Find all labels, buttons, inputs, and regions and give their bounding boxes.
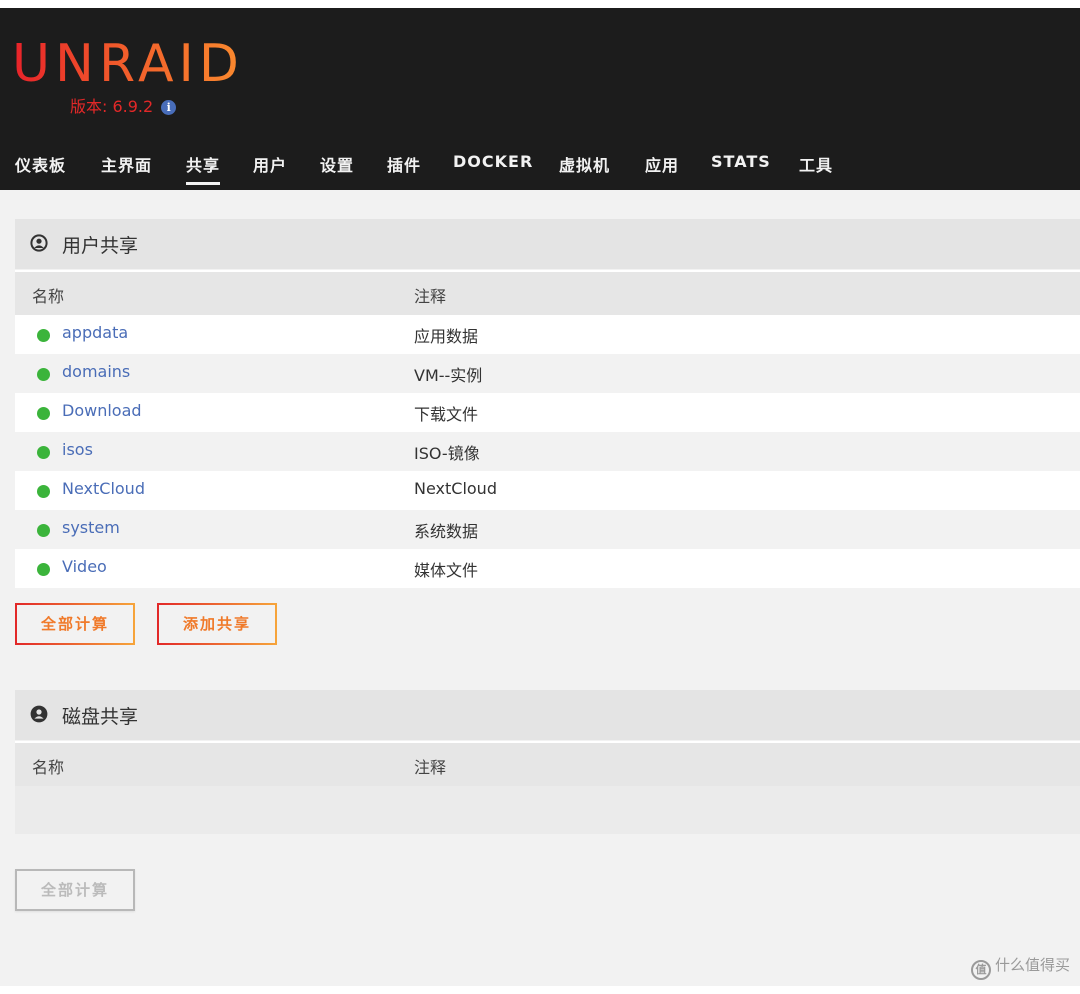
share-row-video: Video 媒体文件 <box>15 549 1080 588</box>
status-dot-icon <box>37 485 50 498</box>
nav-item-vms[interactable]: 虚拟机 <box>559 152 610 176</box>
disk-shares-column-header: 名称 注释 <box>15 741 1080 786</box>
nav-item-dashboard[interactable]: 仪表板 <box>15 152 66 176</box>
nav-item-tools[interactable]: 工具 <box>799 152 833 176</box>
compute-all-button[interactable]: 全部计算 <box>15 603 135 645</box>
user-shares-title: 用户共享 <box>62 235 139 257</box>
version-text: 版本: 6.9.2 <box>70 97 154 116</box>
column-comment-header[interactable]: 注释 <box>414 283 446 307</box>
version-label: 版本: 6.9.2 i <box>70 96 177 118</box>
share-link[interactable]: appdata <box>62 323 128 342</box>
disk-shares-title: 磁盘共享 <box>62 706 139 728</box>
status-dot-icon <box>37 563 50 576</box>
unraid-page: UNRAID 版本: 6.9.2 i 仪表板 主界面 共享 用户 设置 插件 DO… <box>0 8 1080 986</box>
nav-item-apps[interactable]: 应用 <box>645 152 679 176</box>
nav-item-shares[interactable]: 共享 <box>186 152 221 185</box>
nav-item-stats[interactable]: STATS <box>711 152 771 171</box>
share-comment: ISO-镜像 <box>414 444 480 463</box>
smzdm-logo-icon: 值 <box>970 960 991 980</box>
share-row-nextcloud: NextCloud NextCloud <box>15 471 1080 510</box>
status-dot-icon <box>37 368 50 381</box>
share-comment: 下载文件 <box>414 405 479 424</box>
share-link[interactable]: NextCloud <box>62 479 145 498</box>
share-link[interactable]: system <box>62 518 120 537</box>
user-circle-icon <box>30 234 48 252</box>
share-row-isos: isos ISO-镜像 <box>15 432 1080 471</box>
nav-item-docker[interactable]: DOCKER <box>453 152 533 171</box>
info-icon[interactable]: i <box>161 100 177 115</box>
main-nav: 仪表板 主界面 共享 用户 设置 插件 DOCKER 虚拟机 应用 STATS … <box>0 148 1080 190</box>
watermark: 值什么值得买 <box>970 954 1070 980</box>
nav-item-settings[interactable]: 设置 <box>320 152 354 176</box>
share-row-download: Download 下载文件 <box>15 393 1080 432</box>
column-comment-header[interactable]: 注释 <box>414 754 446 778</box>
share-comment: NextCloud <box>414 479 497 498</box>
status-dot-icon <box>37 446 50 459</box>
header: UNRAID 版本: 6.9.2 i 仪表板 主界面 共享 用户 设置 插件 DO… <box>0 8 1080 190</box>
disk-shares-empty-row <box>15 786 1080 834</box>
column-name-header[interactable]: 名称 <box>32 754 64 778</box>
share-link[interactable]: domains <box>62 362 130 381</box>
share-link[interactable]: isos <box>62 440 93 459</box>
share-comment: 系统数据 <box>414 522 479 541</box>
share-link[interactable]: Download <box>62 401 142 420</box>
column-name-header[interactable]: 名称 <box>32 283 64 307</box>
user-circle-filled-icon <box>30 705 48 723</box>
nav-item-plugins[interactable]: 插件 <box>387 152 421 176</box>
nav-item-main[interactable]: 主界面 <box>101 152 152 176</box>
status-dot-icon <box>37 524 50 537</box>
share-row-appdata: appdata 应用数据 <box>15 315 1080 354</box>
share-row-system: system 系统数据 <box>15 510 1080 549</box>
share-comment: 应用数据 <box>414 327 479 346</box>
disk-shares-title-bar: 磁盘共享 <box>15 690 1080 740</box>
user-shares-title-bar: 用户共享 <box>15 219 1080 269</box>
status-dot-icon <box>37 329 50 342</box>
nav-item-users[interactable]: 用户 <box>253 152 287 176</box>
add-share-button[interactable]: 添加共享 <box>157 603 277 645</box>
share-comment: VM--实例 <box>414 366 483 385</box>
share-row-domains: domains VM--实例 <box>15 354 1080 393</box>
unraid-logo[interactable]: UNRAID <box>12 32 244 96</box>
watermark-text: 什么值得买 <box>994 956 1070 974</box>
disk-compute-all-button[interactable]: 全部计算 <box>15 869 135 911</box>
share-link[interactable]: Video <box>62 557 107 576</box>
status-dot-icon <box>37 407 50 420</box>
share-comment: 媒体文件 <box>414 561 479 580</box>
user-shares-column-header: 名称 注释 <box>15 270 1080 315</box>
